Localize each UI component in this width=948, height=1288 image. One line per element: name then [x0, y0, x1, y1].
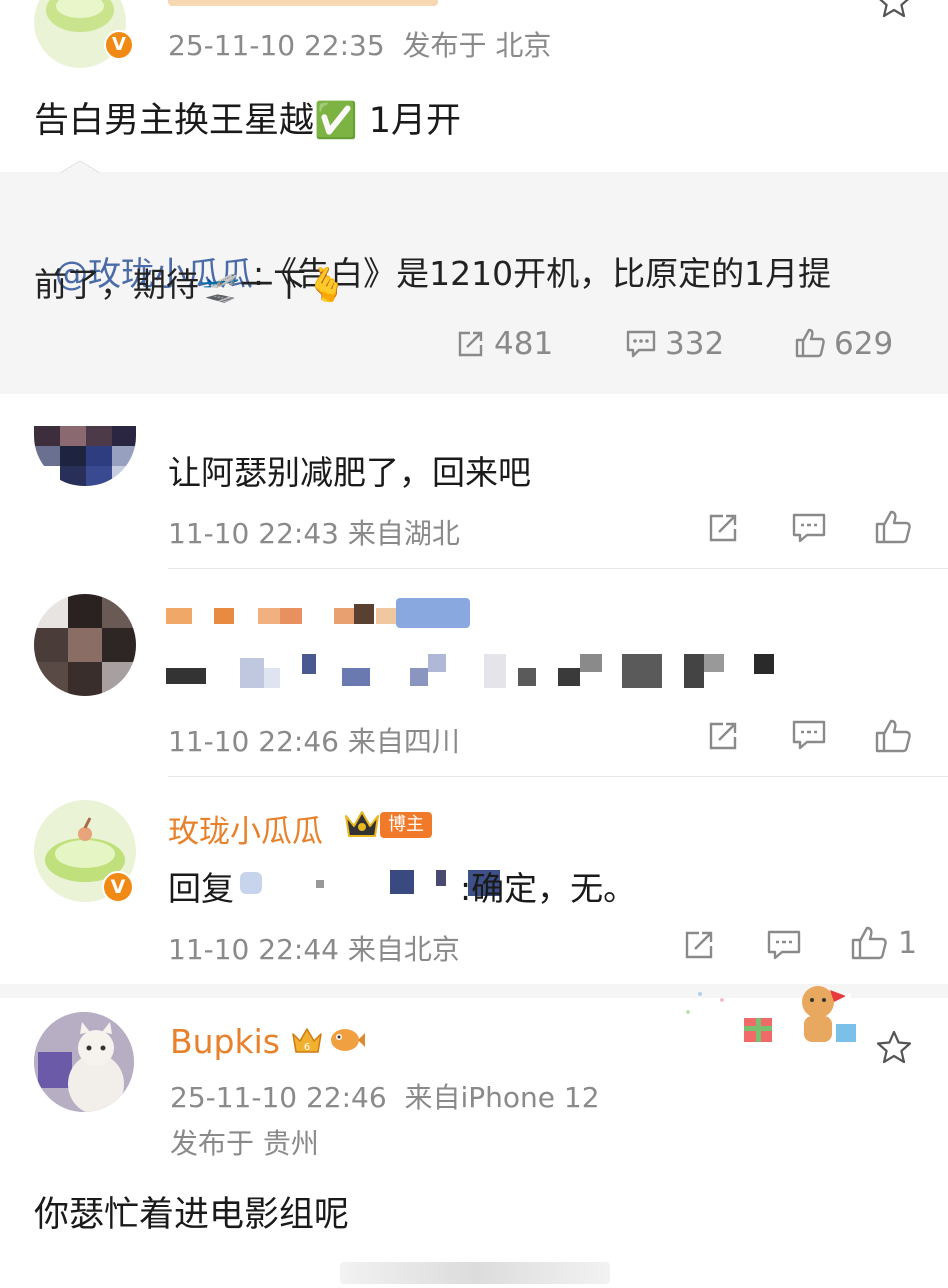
- svg-text:6: 6: [304, 1042, 310, 1053]
- crown-icon: [342, 808, 382, 840]
- reply-suffix: :确定，无。: [460, 869, 637, 908]
- comment1-avatar[interactable]: [34, 426, 136, 486]
- blogger-badge: 博主: [380, 812, 432, 838]
- comment1-repost-icon[interactable]: [706, 512, 740, 544]
- verified-v-icon: V: [102, 871, 134, 903]
- post1-meta: 25-11-10 22:35 发布于 北京: [168, 29, 552, 62]
- comment3-username[interactable]: 玫珑小瓜瓜: [168, 806, 323, 851]
- comment-count: 332: [665, 326, 725, 362]
- like-count: 629: [834, 326, 894, 362]
- fish-badge-icon: [328, 1024, 366, 1056]
- reply-mention-blurred[interactable]: [240, 870, 500, 896]
- post2-location: 发布于 贵州: [170, 1127, 319, 1160]
- comment1-meta: 11-10 22:43 来自湖北: [168, 517, 460, 550]
- comment3-repost-icon[interactable]: [682, 929, 716, 961]
- comment2-meta: 11-10 22:46 来自四川: [168, 725, 460, 758]
- comment3-like-count: 1: [898, 926, 918, 961]
- post1-username-cut[interactable]: [168, 0, 438, 6]
- repost-pointer: [60, 160, 100, 174]
- comment1-like-icon[interactable]: [874, 509, 912, 545]
- divider: [168, 776, 948, 777]
- vip-crown-icon: 6: [290, 1026, 324, 1056]
- post2-meta: 25-11-10 22:46 来自iPhone 12: [170, 1081, 600, 1114]
- post2-text: 你瑟忙着进电影组呢: [34, 1195, 350, 1235]
- comment3-meta: 11-10 22:44 来自北京: [168, 933, 460, 966]
- bottom-cutoff-bar: [340, 1262, 610, 1284]
- verified-v-icon: V: [104, 30, 134, 60]
- star-icon[interactable]: [876, 1030, 912, 1064]
- comment3-comment-icon[interactable]: [766, 929, 802, 961]
- comment3-like-icon[interactable]: [850, 925, 888, 961]
- repost-icon[interactable]: [455, 329, 485, 359]
- comment1-comment-icon[interactable]: [791, 512, 827, 544]
- comment2-like-icon[interactable]: [874, 718, 912, 754]
- like-icon[interactable]: [794, 327, 826, 359]
- post2-username[interactable]: Bupkis: [170, 1022, 280, 1061]
- post1-text: 告白男主换王星越✅ 1月开: [34, 101, 461, 141]
- comment-icon[interactable]: [625, 329, 657, 359]
- repost-text-line2: 前了，期待🛫一下🫰: [34, 265, 348, 304]
- repost-count: 481: [494, 326, 554, 362]
- comment3-reply-line: 回复 :确定，无。: [168, 862, 788, 908]
- decoration-gingerbread: [670, 980, 870, 1052]
- comment2-repost-icon[interactable]: [706, 720, 740, 752]
- comment2-text-blurred: [166, 654, 786, 688]
- comment1-text: 让阿瑟别减肥了，回来吧: [168, 453, 531, 492]
- post2-avatar[interactable]: [34, 1012, 134, 1112]
- comment2-comment-icon[interactable]: [791, 717, 827, 751]
- divider: [168, 568, 948, 569]
- comment2-username-blurred[interactable]: [166, 598, 476, 628]
- reply-prefix: 回复: [168, 869, 234, 908]
- star-icon[interactable]: [876, 0, 912, 18]
- comment2-avatar[interactable]: [34, 594, 136, 696]
